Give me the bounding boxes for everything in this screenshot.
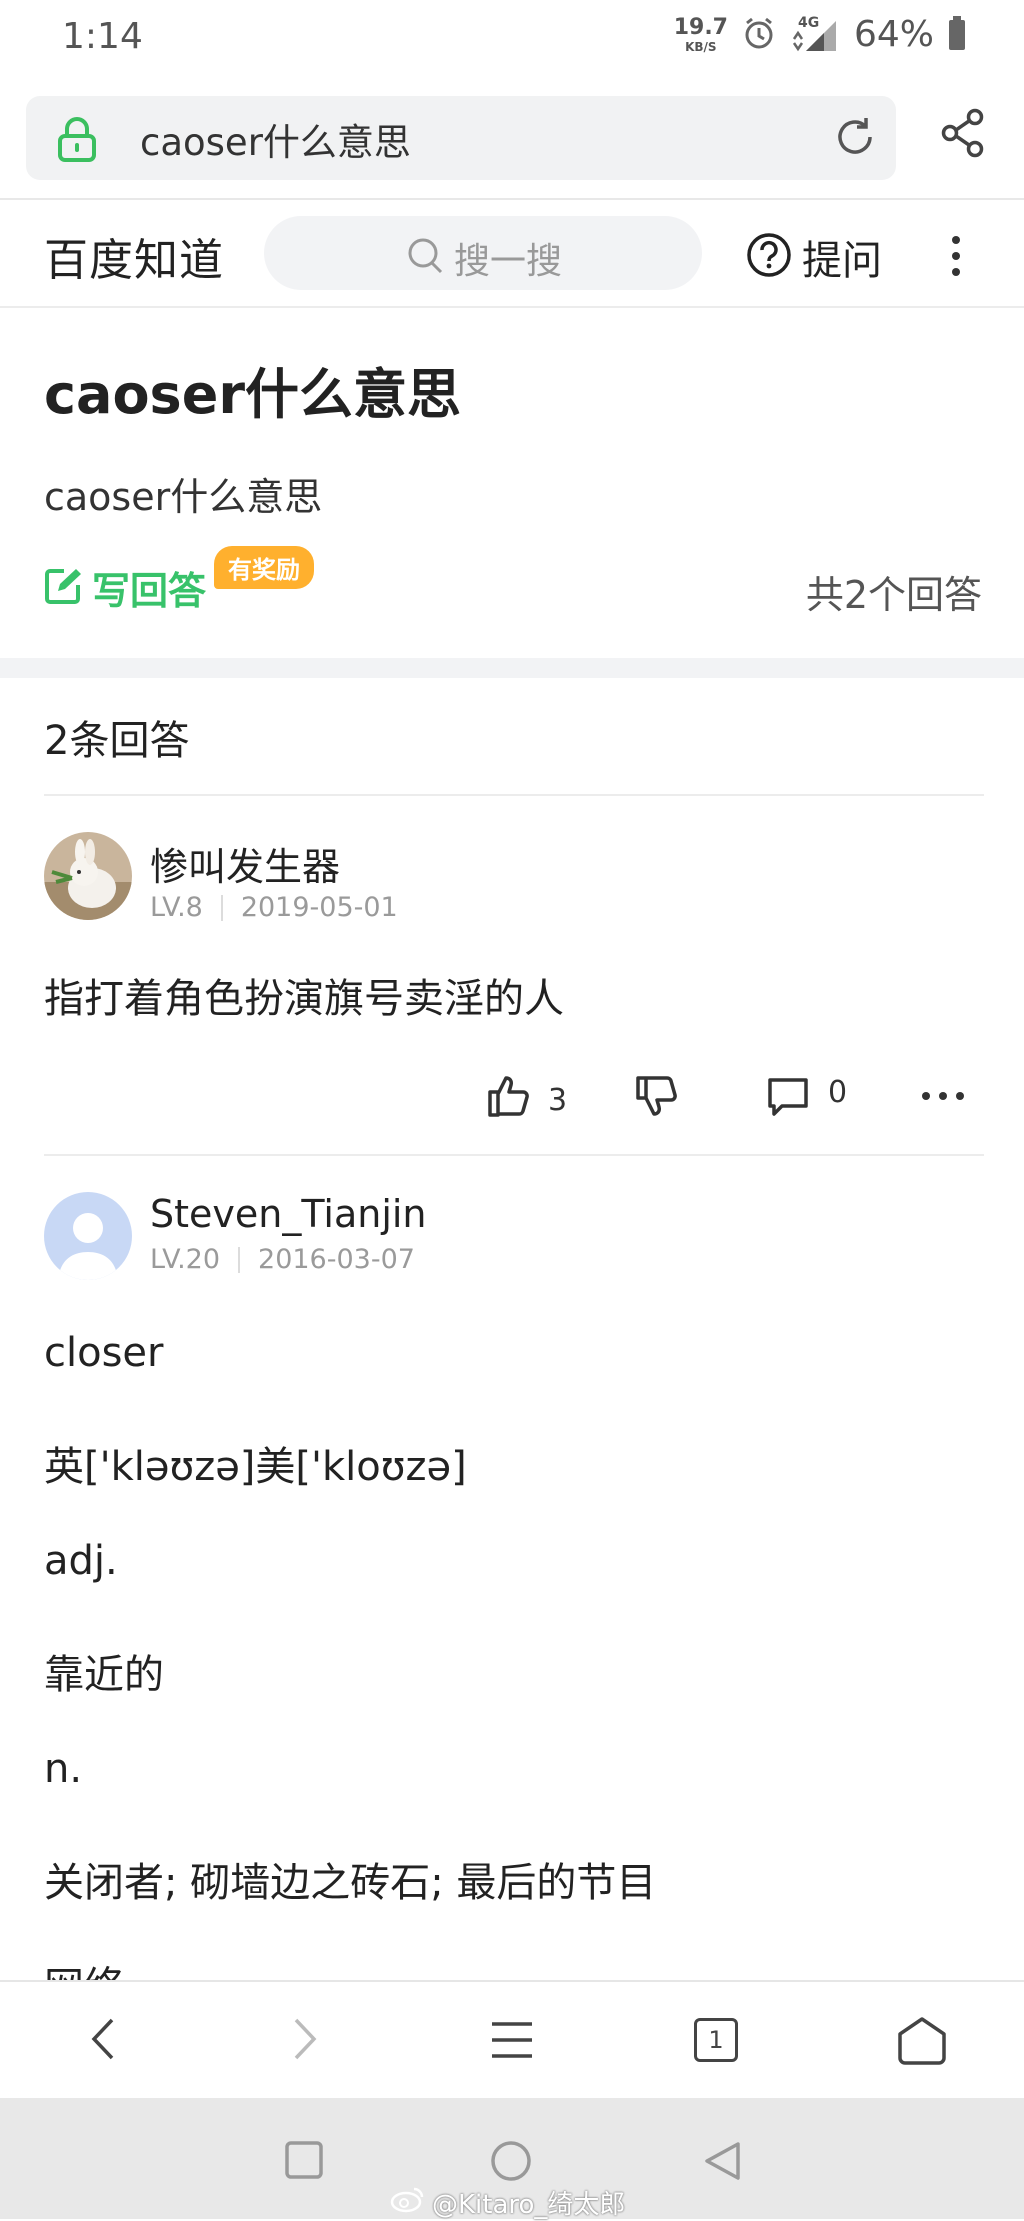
edit-icon bbox=[44, 567, 82, 609]
answer-paragraph: 关闭者; 砌墙边之砖石; 最后的节目 bbox=[44, 1860, 657, 1906]
watermark-text: @Kitaro_绮太郎 bbox=[432, 2190, 626, 2220]
more-vertical-icon[interactable] bbox=[944, 232, 968, 284]
like-button[interactable]: 3 bbox=[486, 1074, 567, 1126]
reward-badge: 有奖励 bbox=[214, 546, 314, 589]
battery-icon bbox=[948, 15, 966, 54]
answer-text: 指打着角色扮演旗号卖淫的人 bbox=[44, 976, 564, 1022]
answer-paragraph: 靠近的 bbox=[44, 1652, 164, 1698]
search-box[interactable]: 搜一搜 bbox=[264, 216, 702, 290]
more-horizontal-icon[interactable] bbox=[920, 1090, 966, 1102]
user-level: LV.8 bbox=[150, 892, 203, 923]
forward-icon[interactable] bbox=[290, 2014, 320, 2068]
home-circle-icon[interactable] bbox=[490, 2140, 532, 2186]
browser-address-row: caoser什么意思 bbox=[0, 80, 1024, 200]
ask-label: 提问 bbox=[802, 238, 882, 284]
ask-question-button[interactable]: 提问 bbox=[746, 228, 882, 286]
signal-icon: 4G bbox=[790, 15, 840, 53]
comment-icon bbox=[766, 1074, 810, 1126]
answer-paragraph: closer bbox=[44, 1330, 164, 1376]
comment-count: 0 bbox=[828, 1074, 848, 1110]
recents-icon[interactable] bbox=[284, 2140, 324, 2184]
status-time: 1:14 bbox=[62, 16, 143, 57]
answer-meta: LV.20 2016-03-07 bbox=[150, 1244, 415, 1275]
answer-username[interactable]: Steven_Tianjin bbox=[150, 1192, 427, 1236]
avatar[interactable] bbox=[44, 832, 132, 920]
reload-icon[interactable] bbox=[832, 114, 878, 164]
back-icon[interactable] bbox=[88, 2014, 118, 2068]
network-speed: 19.7 KB/S bbox=[673, 14, 728, 54]
network-speed-value: 19.7 bbox=[673, 14, 728, 40]
total-answers: 共2个回答 bbox=[805, 573, 982, 617]
tabs-button[interactable]: 1 bbox=[694, 2018, 738, 2062]
answer-paragraph: adj. bbox=[44, 1538, 118, 1584]
section-divider bbox=[0, 658, 1024, 678]
search-icon bbox=[406, 236, 446, 280]
home-icon[interactable] bbox=[896, 2016, 948, 2070]
user-level: LV.20 bbox=[150, 1244, 221, 1275]
address-bar[interactable]: caoser什么意思 bbox=[26, 96, 896, 180]
divider bbox=[44, 794, 984, 796]
url-text[interactable]: caoser什么意思 bbox=[140, 112, 411, 166]
battery-percent: 64% bbox=[853, 14, 934, 55]
alarm-icon bbox=[742, 16, 776, 54]
menu-icon[interactable] bbox=[490, 2020, 534, 2064]
answer-meta: LV.8 2019-05-01 bbox=[150, 892, 398, 923]
site-logo[interactable]: 百度知道 bbox=[44, 224, 224, 288]
comment-button[interactable]: 0 bbox=[766, 1074, 847, 1126]
share-icon[interactable] bbox=[940, 108, 986, 162]
site-header: 百度知道 搜一搜 提问 bbox=[0, 202, 1024, 308]
weibo-icon bbox=[390, 2185, 426, 2220]
answer-date: 2016-03-07 bbox=[258, 1244, 415, 1275]
answer-date: 2019-05-01 bbox=[240, 892, 398, 923]
system-back-icon[interactable] bbox=[702, 2140, 742, 2186]
browser-toolbar: 1 bbox=[0, 1980, 1024, 2098]
tab-count: 1 bbox=[694, 2018, 738, 2062]
watermark: @Kitaro_绮太郎 bbox=[390, 2184, 625, 2221]
answer-actions: 3 0 bbox=[0, 1074, 1024, 1134]
thumbs-up-icon bbox=[486, 1074, 530, 1126]
status-bar: 1:14 19.7 KB/S 4G 64% bbox=[0, 0, 1024, 80]
write-answer-label: 写回答 bbox=[92, 569, 207, 613]
like-count: 3 bbox=[548, 1082, 568, 1118]
answer-paragraph: 英['kləʊzə]美['kloʊzə] bbox=[44, 1444, 467, 1490]
network-speed-unit: KB/S bbox=[685, 39, 717, 54]
answers-count-heading: 2条回答 bbox=[44, 718, 190, 764]
answer-paragraph: n. bbox=[44, 1746, 83, 1792]
question-title: caoser什么意思 bbox=[44, 363, 461, 426]
answer-username[interactable]: 惨叫发生器 bbox=[150, 836, 340, 891]
question-description: caoser什么意思 bbox=[44, 475, 323, 519]
write-answer-button[interactable]: 写回答 bbox=[44, 560, 206, 615]
question-circle-icon bbox=[746, 232, 792, 282]
divider bbox=[44, 1154, 984, 1156]
status-indicators: 19.7 KB/S 4G 64% bbox=[674, 14, 966, 55]
thumbs-down-icon bbox=[634, 1074, 678, 1126]
search-placeholder: 搜一搜 bbox=[454, 241, 563, 282]
avatar[interactable] bbox=[44, 1192, 132, 1280]
dislike-button[interactable] bbox=[634, 1074, 678, 1126]
lock-icon bbox=[56, 116, 98, 166]
